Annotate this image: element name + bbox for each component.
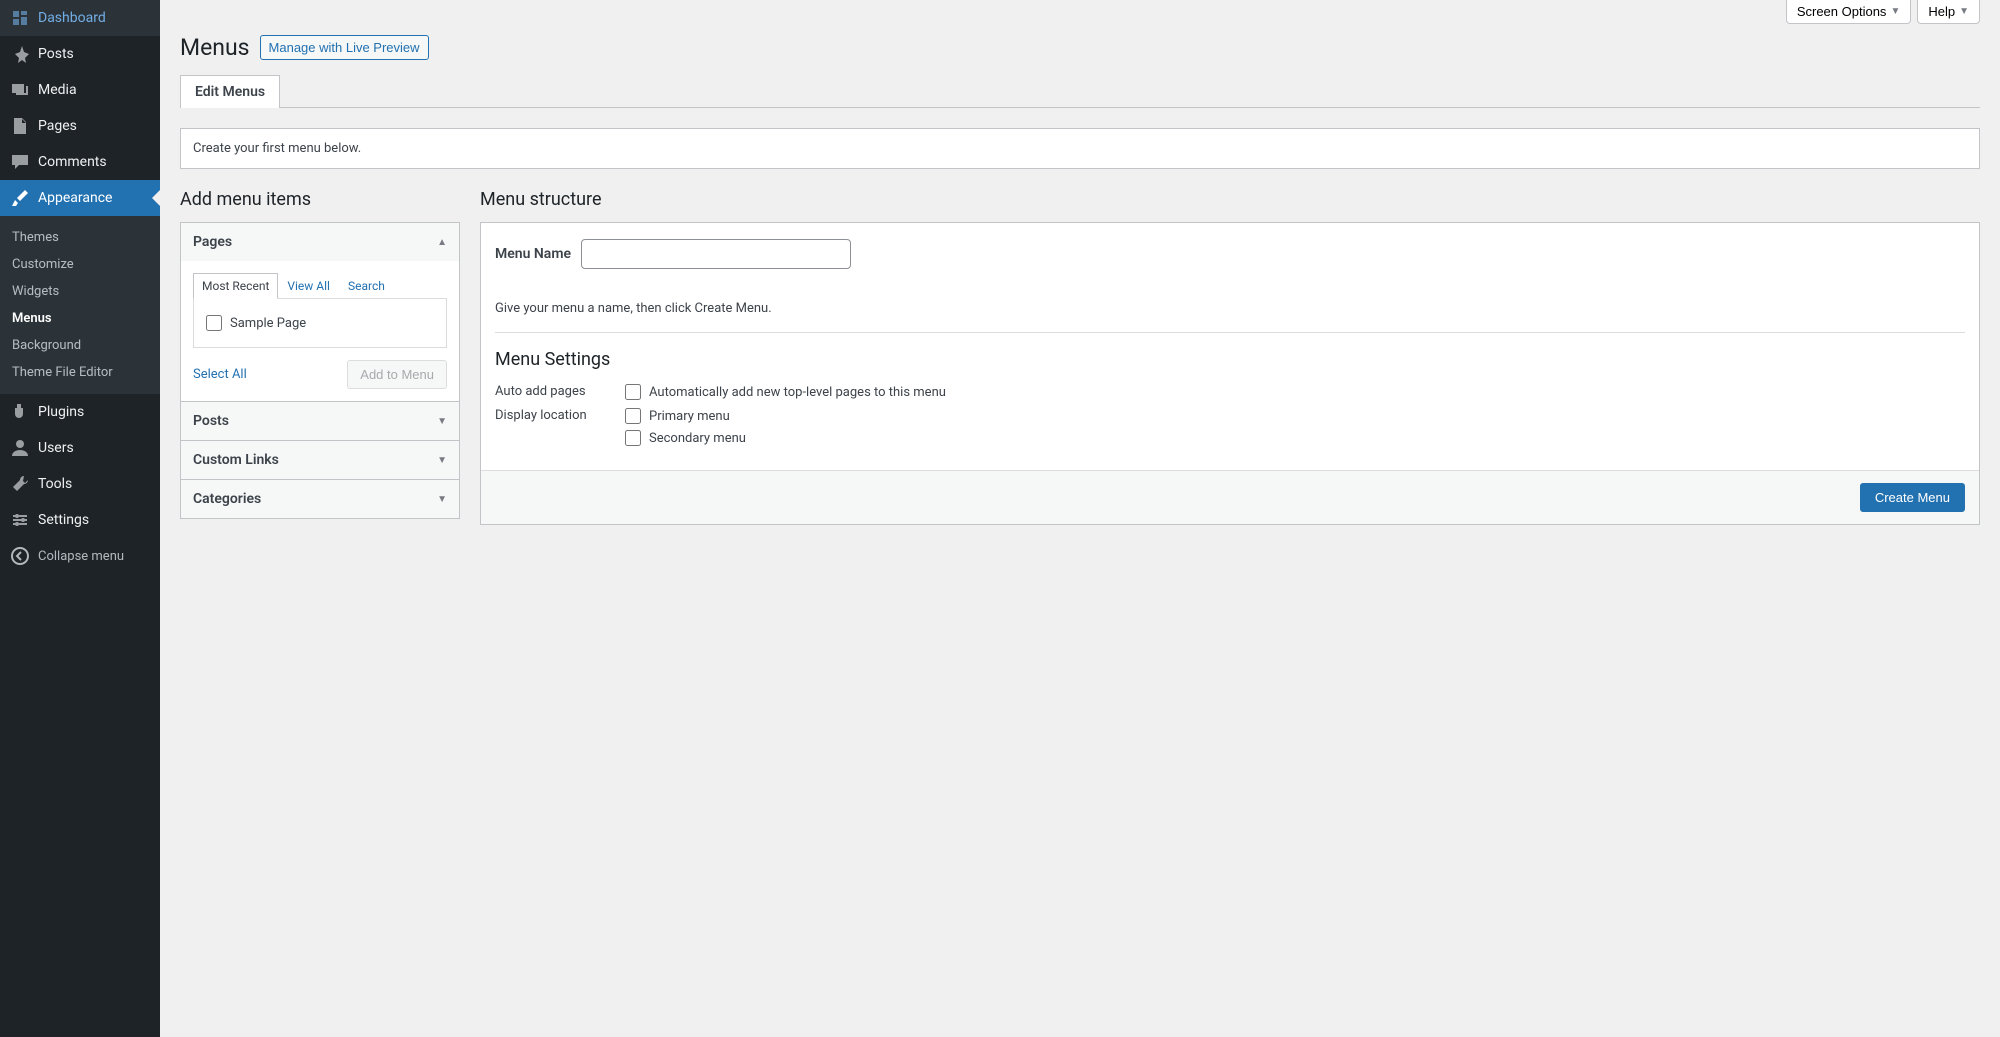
display-secondary-option[interactable]: Secondary menu: [625, 430, 746, 446]
tools-icon: [10, 474, 30, 494]
display-primary-text: Primary menu: [649, 409, 730, 424]
appearance-submenu: Themes Customize Widgets Menus Backgroun…: [0, 216, 160, 394]
sidebar-item-dashboard[interactable]: Dashboard: [0, 0, 160, 36]
sidebar-label: Posts: [38, 46, 74, 62]
sidebar-label: Appearance: [38, 190, 112, 206]
caret-down-icon: ▼: [437, 416, 447, 427]
accordion-header-categories[interactable]: Categories ▼: [181, 480, 459, 518]
sidebar-item-settings[interactable]: Settings: [0, 502, 160, 538]
user-icon: [10, 438, 30, 458]
menu-name-label: Menu Name: [495, 246, 571, 262]
display-location-label: Display location: [495, 408, 625, 423]
add-items-heading: Add menu items: [180, 189, 460, 210]
accordion-header-posts[interactable]: Posts ▼: [181, 402, 459, 440]
accordion-title: Pages: [193, 234, 232, 250]
live-preview-button[interactable]: Manage with Live Preview: [260, 35, 429, 60]
create-menu-button[interactable]: Create Menu: [1860, 483, 1965, 512]
tab-edit-menus[interactable]: Edit Menus: [180, 75, 280, 108]
sidebar-label: Comments: [38, 154, 107, 170]
comment-icon: [10, 152, 30, 172]
screen-options-button[interactable]: Screen Options ▼: [1786, 0, 1912, 24]
display-secondary-checkbox[interactable]: [625, 430, 641, 446]
menu-settings-heading: Menu Settings: [495, 349, 1965, 370]
sidebar-label: Tools: [38, 476, 72, 492]
accordion-title: Categories: [193, 491, 261, 507]
caret-down-icon: ▼: [1890, 6, 1900, 17]
brush-icon: [10, 188, 30, 208]
pages-tab-search[interactable]: Search: [339, 273, 394, 299]
sidebar-label: Pages: [38, 118, 77, 134]
display-secondary-text: Secondary menu: [649, 431, 746, 446]
sidebar-item-posts[interactable]: Posts: [0, 36, 160, 72]
notice-box: Create your first menu below.: [180, 128, 1980, 169]
display-primary-checkbox[interactable]: [625, 408, 641, 424]
collapse-label: Collapse menu: [38, 549, 124, 564]
settings-icon: [10, 510, 30, 530]
accordion-categories: Categories ▼: [181, 479, 459, 518]
sidebar-item-media[interactable]: Media: [0, 72, 160, 108]
sidebar-item-plugins[interactable]: Plugins: [0, 394, 160, 430]
caret-down-icon: ▼: [437, 494, 447, 505]
accordion-custom-links: Custom Links ▼: [181, 440, 459, 479]
add-to-menu-button[interactable]: Add to Menu: [347, 360, 447, 389]
pages-tab-view-all[interactable]: View All: [278, 273, 339, 299]
sidebar-label: Users: [38, 440, 74, 456]
submenu-widgets[interactable]: Widgets: [0, 278, 160, 305]
caret-down-icon: ▼: [1959, 6, 1969, 17]
auto-add-option[interactable]: Automatically add new top-level pages to…: [625, 384, 946, 400]
sidebar-label: Dashboard: [38, 10, 106, 26]
submenu-background[interactable]: Background: [0, 332, 160, 359]
submenu-customize[interactable]: Customize: [0, 251, 160, 278]
page-item-checkbox[interactable]: [206, 315, 222, 331]
sidebar-label: Media: [38, 82, 77, 98]
collapse-icon: [10, 546, 30, 566]
accordion-title: Custom Links: [193, 452, 279, 468]
plug-icon: [10, 402, 30, 422]
accordion-header-pages[interactable]: Pages ▲: [181, 223, 459, 261]
help-label: Help: [1928, 4, 1955, 19]
tab-nav: Edit Menus: [180, 75, 1980, 108]
accordion-header-custom-links[interactable]: Custom Links ▼: [181, 441, 459, 479]
page-icon: [10, 116, 30, 136]
accordion-pages: Pages ▲ Most Recent View All Search S: [181, 223, 459, 401]
sidebar-label: Settings: [38, 512, 89, 528]
accordion-title: Posts: [193, 413, 229, 429]
caret-down-icon: ▼: [437, 455, 447, 466]
dashboard-icon: [10, 8, 30, 28]
sidebar-item-appearance[interactable]: Appearance: [0, 180, 160, 216]
add-items-accordion: Pages ▲ Most Recent View All Search S: [180, 222, 460, 519]
help-button[interactable]: Help ▼: [1917, 0, 1980, 24]
pages-tab-most-recent[interactable]: Most Recent: [193, 273, 278, 299]
sidebar-item-users[interactable]: Users: [0, 430, 160, 466]
sidebar-item-pages[interactable]: Pages: [0, 108, 160, 144]
sidebar-label: Plugins: [38, 404, 84, 420]
submenu-theme-file-editor[interactable]: Theme File Editor: [0, 359, 160, 386]
caret-up-icon: ▲: [437, 237, 447, 248]
menu-instruction: Give your menu a name, then click Create…: [481, 285, 1979, 332]
screen-options-label: Screen Options: [1797, 4, 1887, 19]
submenu-menus[interactable]: Menus: [0, 305, 160, 332]
media-icon: [10, 80, 30, 100]
pin-icon: [10, 44, 30, 64]
accordion-posts: Posts ▼: [181, 401, 459, 440]
sidebar-item-comments[interactable]: Comments: [0, 144, 160, 180]
menu-structure-heading: Menu structure: [480, 189, 1980, 210]
sidebar-item-tools[interactable]: Tools: [0, 466, 160, 502]
display-primary-option[interactable]: Primary menu: [625, 408, 746, 424]
select-all-link[interactable]: Select All: [193, 367, 247, 382]
admin-sidebar: Dashboard Posts Media Pages Comments App…: [0, 0, 160, 1037]
submenu-themes[interactable]: Themes: [0, 224, 160, 251]
auto-add-checkbox[interactable]: [625, 384, 641, 400]
auto-add-text: Automatically add new top-level pages to…: [649, 385, 946, 400]
menu-name-input[interactable]: [581, 239, 851, 269]
main-content: Screen Options ▼ Help ▼ Menus Manage wit…: [160, 0, 2000, 545]
menu-structure-box: Menu Name Give your menu a name, then cl…: [480, 222, 1980, 525]
page-item-label: Sample Page: [230, 316, 306, 331]
auto-add-label: Auto add pages: [495, 384, 625, 399]
page-item-row[interactable]: Sample Page: [206, 311, 434, 335]
page-title: Menus: [180, 34, 250, 61]
collapse-menu[interactable]: Collapse menu: [0, 538, 160, 574]
